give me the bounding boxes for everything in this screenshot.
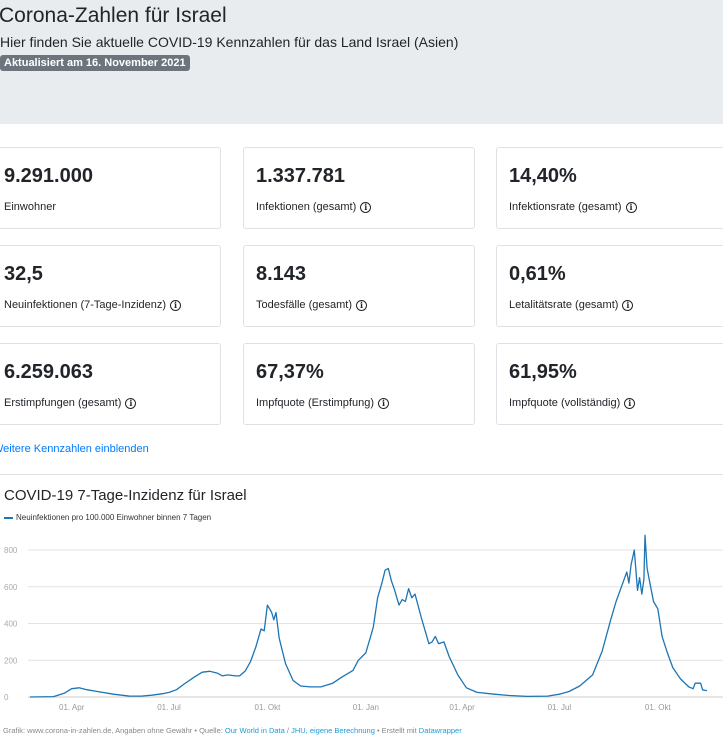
stat-label-text: Neuinfektionen (7-Tage-Inzidenz) [4,299,167,311]
stat-label: Neuinfektionen (7-Tage-Inzidenz) i [4,299,182,311]
stat-value: 8.143 [256,263,307,285]
y-tick-label: 800 [4,546,18,555]
info-icon[interactable]: i [622,299,634,311]
stat-label: Infektionsrate (gesamt) i [509,201,637,213]
stat-card: 0,61% Letalitätsrate (gesamt) i [496,245,723,327]
stat-card: 67,37% Impfquote (Erstimpfung) i [243,343,475,425]
x-tick-label: 01. Jan [353,703,379,712]
stat-card: 8.143 Todesfälle (gesamt) i [243,245,475,327]
incidence-line [29,534,708,698]
info-icon[interactable]: i [125,397,137,409]
stat-value: 6.259.063 [4,361,93,383]
x-tick-label: 01. Apr [449,703,475,712]
info-icon[interactable]: i [625,201,637,213]
stat-label: Letalitätsrate (gesamt) i [509,299,634,311]
y-tick-label: 0 [4,693,9,702]
chart-footer: Grafik: www.corona-in-zahlen.de, Angaben… [3,726,462,735]
stat-label: Einwohner [4,201,56,213]
x-tick-label: 01. Jul [548,703,572,712]
x-tick-label: 01. Jul [157,703,181,712]
stat-value: 14,40% [509,165,577,187]
stat-label: Erstimpfungen (gesamt) i [4,397,137,409]
stat-card: 14,40% Infektionsrate (gesamt) i [496,147,723,229]
legend-label: Neuinfektionen pro 100.000 Einwohner bin… [16,513,212,522]
stat-card: 32,5 Neuinfektionen (7-Tage-Inzidenz) i [0,245,221,327]
stat-label: Impfquote (Erstimpfung) i [256,397,389,409]
y-tick-label: 200 [4,656,18,665]
stat-label: Todesfälle (gesamt) i [256,299,367,311]
page-header: Corona-Zahlen für Israel Hier finden Sie… [0,0,723,124]
stat-label-text: Erstimpfungen (gesamt) [4,397,122,409]
stat-value: 9.291.000 [4,165,93,187]
chart-title: COVID-19 7-Tage-Inzidenz für Israel [4,487,247,504]
page-title: Corona-Zahlen für Israel [0,4,227,27]
stat-card: 61,95% Impfquote (vollständig) i [496,343,723,425]
y-tick-label: 400 [4,620,18,629]
divider [0,474,723,475]
legend-swatch [4,516,13,519]
x-tick-label: 01. Okt [255,703,282,712]
stat-label-text: Impfquote (Erstimpfung) [256,397,374,409]
stat-label: Infektionen (gesamt) i [256,201,372,213]
more-stats-link[interactable]: Weitere Kennzahlen einblenden [0,443,149,455]
stat-card: 9.291.000 Einwohner [0,147,221,229]
info-icon[interactable]: i [356,299,367,311]
stat-label-text: Einwohner [4,201,56,213]
stat-value: 67,37% [256,361,324,383]
source-link-jhu[interactable]: JHU, eigene Berechnung [291,726,375,735]
info-icon[interactable]: i [360,201,372,213]
incidence-chart: 0 200 400 600 800 01. Apr 01. Jul 01. Okt 01. Ja… [4,534,723,712]
datawrapper-link[interactable]: Datawrapper [419,726,462,735]
stat-value: 0,61% [509,263,566,285]
stat-label: Impfquote (vollständig) i [509,397,636,409]
info-icon[interactable]: i [378,397,389,409]
stat-card: 1.337.781 Infektionen (gesamt) i [243,147,475,229]
footer-text-2: • Erstellt mit [374,726,419,735]
chart-legend: Neuinfektionen pro 100.000 Einwohner bin… [4,513,211,522]
stat-value: 1.337.781 [256,165,345,187]
footer-text: Grafik: www.corona-in-zahlen.de, Angaben… [3,726,225,735]
y-tick-label: 600 [4,583,18,592]
updated-badge: Aktualisiert am 16. November 2021 [0,55,190,71]
stat-label-text: Infektionen (gesamt) [256,201,357,213]
stat-value: 32,5 [4,263,43,285]
stat-label-text: Infektionsrate (gesamt) [509,201,622,213]
source-link-owid[interactable]: Our World in Data [225,726,285,735]
stat-label-text: Todesfälle (gesamt) [256,299,352,311]
stat-card: 6.259.063 Erstimpfungen (gesamt) i [0,343,221,425]
x-tick-label: 01. Apr [59,703,85,712]
stat-value: 61,95% [509,361,577,383]
stat-label-text: Impfquote (vollständig) [509,397,621,409]
stat-label-text: Letalitätsrate (gesamt) [509,299,619,311]
page-subtitle: Hier finden Sie aktuelle COVID-19 Kennza… [0,34,459,50]
info-icon[interactable]: i [170,299,182,311]
x-tick-label: 01. Okt [645,703,672,712]
info-icon[interactable]: i [624,397,636,409]
